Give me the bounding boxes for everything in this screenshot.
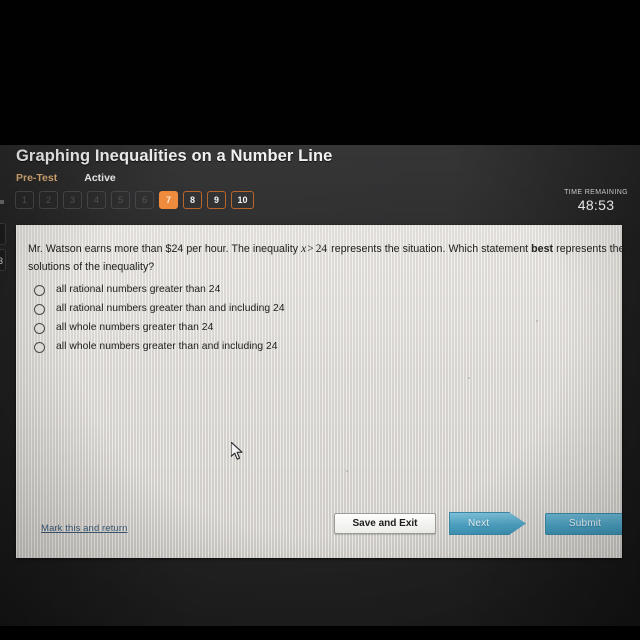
- photo-speckle: [468, 377, 470, 379]
- quiz-screen: Graphing Inequalities on a Number Line P…: [0, 145, 640, 626]
- photographed-screen: Graphing Inequalities on a Number Line P…: [0, 0, 640, 640]
- question-operator: >: [307, 243, 314, 255]
- letterbox-bottom: [0, 626, 640, 640]
- question-nav-item-9[interactable]: 9: [207, 191, 226, 209]
- answer-option-3[interactable]: all whole numbers greater than 24: [34, 320, 594, 339]
- answer-option-label: all whole numbers greater than and inclu…: [56, 341, 278, 352]
- quiz-header: Graphing Inequalities on a Number Line P…: [0, 145, 640, 223]
- radio-button-icon[interactable]: [34, 323, 45, 334]
- answer-option-label: all rational numbers greater than 24: [56, 284, 221, 295]
- question-number-nav: 1 2 3 4 5 6 7 8 9 10: [15, 191, 254, 209]
- radio-button-icon[interactable]: [34, 304, 45, 315]
- question-nav-item-5[interactable]: 5: [111, 191, 130, 209]
- question-nav-item-1[interactable]: 1: [15, 191, 34, 209]
- action-button-row: Save and Exit Next Submit: [334, 512, 622, 535]
- answer-option-label: all whole numbers greater than 24: [56, 322, 214, 333]
- breadcrumb-pretest[interactable]: Pre-Test: [16, 172, 57, 184]
- question-nav-item-4[interactable]: 4: [87, 191, 106, 209]
- answer-option-label: all rational numbers greater than and in…: [56, 303, 285, 314]
- time-remaining-label: TIME REMAINING: [564, 189, 628, 196]
- answer-option-1[interactable]: all rational numbers greater than 24: [34, 282, 594, 301]
- question-part2: represents the situation. Which statemen…: [328, 243, 532, 255]
- question-emphasis: best: [531, 243, 554, 255]
- question-nav-item-8[interactable]: 8: [183, 191, 202, 209]
- question-number: 24: [315, 243, 328, 255]
- submit-button[interactable]: Submit: [545, 512, 622, 535]
- radio-button-icon[interactable]: [34, 342, 45, 353]
- save-and-exit-button[interactable]: Save and Exit: [334, 513, 436, 534]
- next-button-wrapper[interactable]: Next: [449, 512, 526, 535]
- radio-button-icon[interactable]: [34, 285, 45, 296]
- question-nav-item-6[interactable]: 6: [135, 191, 154, 209]
- breadcrumb-active[interactable]: Active: [84, 172, 116, 184]
- question-nav-item-7[interactable]: 7: [159, 191, 178, 209]
- time-remaining: TIME REMAINING 48:53: [564, 189, 628, 213]
- breadcrumb: Pre-Test Active: [16, 172, 116, 184]
- question-nav-item-3[interactable]: 3: [63, 191, 82, 209]
- photo-speckle: [346, 470, 348, 472]
- question-nav-item-10[interactable]: 10: [231, 191, 254, 209]
- question-nav-item-2[interactable]: 2: [39, 191, 58, 209]
- question-part1: Mr. Watson earns more than $24 per hour.…: [28, 243, 302, 255]
- time-remaining-value: 48:53: [577, 197, 615, 213]
- mark-and-return-link[interactable]: Mark this and return: [41, 523, 127, 534]
- page-title: Graphing Inequalities on a Number Line: [16, 147, 333, 165]
- question-text: Mr. Watson earns more than $24 per hour.…: [28, 240, 622, 276]
- edge-arrow-icon: [0, 200, 4, 204]
- question-card: Mr. Watson earns more than $24 per hour.…: [16, 225, 622, 558]
- answer-option-4[interactable]: all whole numbers greater than and inclu…: [34, 339, 594, 358]
- answer-options: all rational numbers greater than 24 all …: [34, 282, 594, 358]
- letterbox-top: [0, 0, 640, 145]
- answer-option-2[interactable]: all rational numbers greater than and in…: [34, 301, 594, 320]
- edge-fragment-top[interactable]: [0, 223, 6, 245]
- edge-fragment-bottom[interactable]: 3: [0, 249, 6, 271]
- next-button[interactable]: Next: [449, 512, 526, 535]
